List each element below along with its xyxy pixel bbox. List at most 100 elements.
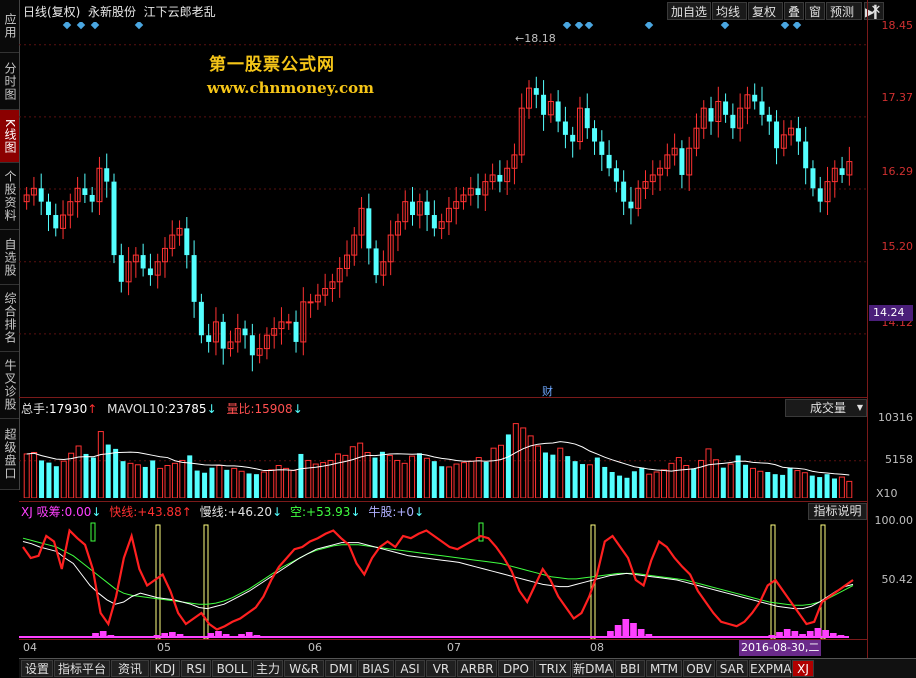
bull-label: 牛股:	[368, 505, 397, 519]
short-line-value: +53.93	[306, 505, 351, 519]
indicator-tab--[interactable]: 设置	[21, 660, 53, 677]
indicator-tab-dpo[interactable]: DPO	[498, 660, 534, 677]
volume-bar	[394, 459, 401, 498]
left-tab-diagnosis[interactable]: 牛叉诊股	[0, 352, 19, 419]
slow-line	[22, 541, 854, 610]
candle-body	[118, 255, 124, 282]
panel-divider	[19, 397, 867, 398]
volume-bar	[431, 461, 437, 498]
volume-bar	[171, 462, 178, 498]
volume-bar	[68, 452, 75, 498]
absorb-bar	[92, 633, 99, 637]
overlay-button[interactable]: 叠	[784, 2, 804, 20]
absorb-bar	[614, 625, 622, 637]
indicator-tab-vr[interactable]: VR	[426, 660, 456, 677]
volume-bar	[357, 442, 364, 498]
signal-diamond-icon	[62, 22, 72, 30]
candle-body	[599, 141, 605, 155]
left-tab-stock-info[interactable]: 个股资料	[0, 163, 19, 230]
candle-body	[497, 174, 503, 182]
indicator-tab-asi[interactable]: ASI	[395, 660, 425, 677]
volume-bar	[75, 445, 82, 498]
candle-body	[242, 328, 248, 336]
volume-bar	[209, 467, 215, 498]
price-chart[interactable]	[19, 22, 867, 397]
left-tab-apps[interactable]: 应用	[0, 0, 19, 53]
indicator-tab--[interactable]: 指标平台	[54, 660, 110, 677]
left-tab-watchlist[interactable]: 自选股	[0, 230, 19, 285]
window-button[interactable]: 窗	[805, 2, 825, 20]
indicator-tab-obv[interactable]: OBV	[683, 660, 715, 677]
indicator-tab-trix[interactable]: TRIX	[535, 660, 571, 677]
volume-bar	[483, 461, 489, 498]
indicator-tab--dma[interactable]: 新DMA	[572, 660, 614, 677]
left-tab-ranking[interactable]: 综合排名	[0, 285, 19, 352]
indicator-tick: 50.42	[881, 573, 914, 586]
indicator-tab-arbr[interactable]: ARBR	[457, 660, 497, 677]
volume-bar	[720, 467, 726, 498]
volume-chart[interactable]	[19, 418, 867, 498]
absorb-bar	[645, 634, 653, 637]
volume-bar	[617, 475, 623, 498]
volume-bar	[542, 452, 548, 498]
signal-diamond-icon	[574, 22, 584, 30]
candle-body	[366, 208, 372, 249]
candle-body	[533, 88, 539, 95]
volume-bar	[586, 464, 593, 498]
indicator-tab-sar[interactable]: SAR	[716, 660, 748, 677]
add-watch-button[interactable]: 加自选	[667, 2, 711, 20]
indicator-name[interactable]: XJ	[21, 505, 33, 519]
volume-bar	[216, 465, 223, 498]
indicator-help-button[interactable]: 指标说明	[808, 503, 867, 520]
volume-bar	[460, 462, 467, 498]
indicator-tab-kdj[interactable]: KDJ	[150, 660, 180, 677]
ma-line-button[interactable]: 均线	[712, 2, 747, 20]
indicator-tab-mtm[interactable]: MTM	[646, 660, 682, 677]
indicator-tab--[interactable]: 主力	[253, 660, 283, 677]
volume-bar	[557, 447, 564, 498]
indicator-tab-w-r[interactable]: W&R	[284, 660, 324, 677]
volume-bar	[386, 454, 393, 498]
candle-body	[708, 108, 714, 122]
indicator-tab-xj[interactable]: XJ	[792, 660, 814, 677]
volume-bar	[187, 455, 193, 498]
volume-bar	[838, 476, 845, 498]
candle-body	[184, 228, 190, 256]
absorb-bar	[837, 635, 845, 637]
left-tab-label: 牛叉诊股	[3, 359, 17, 411]
absorb-bar	[791, 631, 799, 637]
volume-bar	[712, 459, 719, 498]
indicator-tab-bias[interactable]: BIAS	[358, 660, 394, 677]
volume-bar	[416, 453, 422, 498]
left-tab-kline[interactable]: K线图	[0, 110, 19, 163]
volume-bar	[46, 462, 52, 498]
period-label[interactable]: 日线(复权)	[23, 5, 80, 19]
left-tab-super-quote[interactable]: 超级盘口	[0, 419, 19, 490]
volume-indicator-select[interactable]: 成交量 ▼	[785, 399, 867, 417]
volume-bar	[224, 469, 230, 498]
down-arrow-icon: ↓	[272, 505, 283, 519]
volume-bar	[312, 463, 319, 498]
down-arrow-icon: ↓	[350, 505, 361, 519]
indicator-tab-rsi[interactable]: RSI	[181, 660, 211, 677]
restore-button[interactable]: 复权	[748, 2, 783, 20]
absorb-bar	[215, 631, 222, 637]
forecast-button[interactable]: 预测	[826, 2, 862, 20]
indicator-tab-expma[interactable]: EXPMA	[749, 660, 792, 677]
indicator-tab--[interactable]: 资讯	[111, 660, 149, 677]
candle-body	[555, 101, 561, 122]
left-tab-label: 自选股	[3, 237, 17, 277]
absorb-bar	[799, 634, 806, 637]
indicator-tab-dmi[interactable]: DMI	[325, 660, 357, 677]
volume-header: 总手:17930↑ MAVOL10:23785↓ 量比:15908↓	[21, 400, 303, 417]
absorb-bar	[814, 628, 822, 637]
volume-bar	[327, 459, 334, 498]
indicator-tab-boll[interactable]: BOLL	[212, 660, 252, 677]
down-arrow-icon: ↓	[91, 505, 102, 519]
indicator-chart[interactable]	[19, 521, 867, 639]
left-tab-intraday[interactable]: 分时图	[0, 53, 19, 110]
watermark: 第一股票公式网 www.chnmoney.com	[207, 50, 374, 97]
candle-body	[307, 301, 314, 304]
candle-body	[104, 168, 110, 182]
indicator-tab-bbi[interactable]: BBI	[615, 660, 645, 677]
